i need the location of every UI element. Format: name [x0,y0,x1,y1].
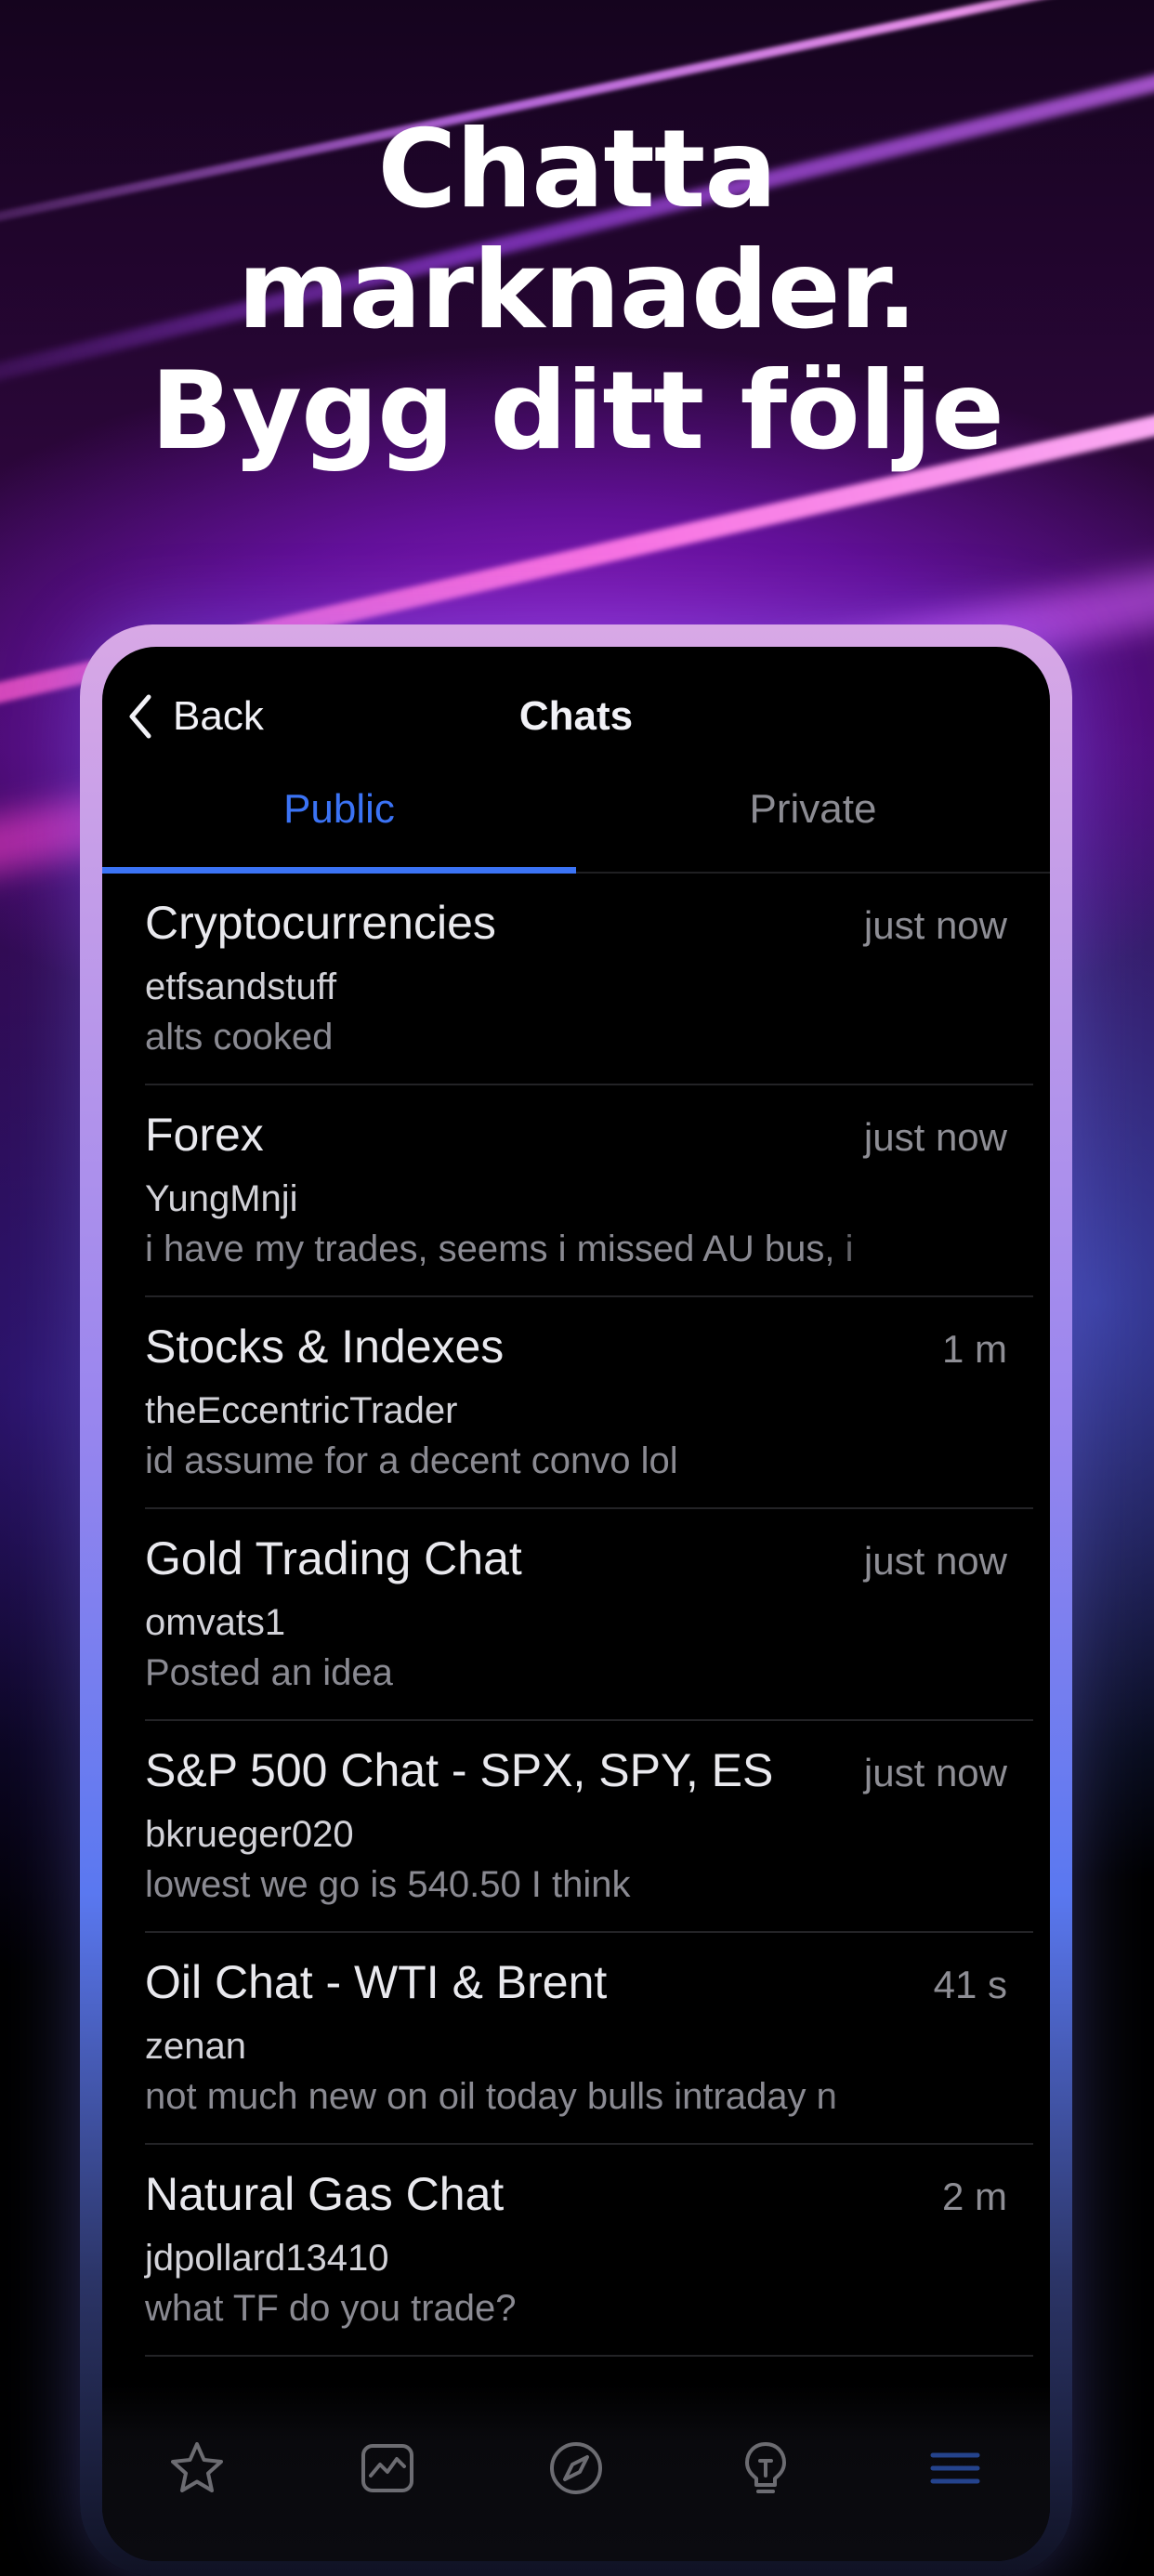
tab-private[interactable]: Private [576,786,1050,833]
chat-message: i have my trades, seems i missed AU bus,… [145,1229,854,1269]
chat-title: Gold Trading Chat [145,1532,522,1584]
tab-public[interactable]: Public [102,786,576,833]
chat-title: Oil Chat - WTI & Brent [145,1956,608,2008]
chat-list: Cryptocurrencies just now etfsandstuff a… [102,874,1050,2357]
chat-user: zenan [145,2026,246,2067]
chat-time: 2 m [941,2175,1007,2218]
active-tab-indicator [102,867,576,874]
tab-bar: Public Private [102,769,1050,874]
headline: Chatta marknader. Bygg ditt följe [0,110,1154,472]
chat-message: lowest we go is 540.50 I think [145,1864,631,1905]
phone-screen: Back Chats Public Private Cryptocurrenci… [102,647,1050,2561]
chat-message: what TF do you trade? [145,2288,517,2329]
headline-line: Chatta [377,107,777,232]
chat-time: just now [863,903,1007,947]
chat-message: alts cooked [145,1017,334,1058]
chat-message: id assume for a decent convo lol [145,1440,678,1481]
chat-user: YungMnji [145,1178,298,1219]
chat-user: bkrueger020 [145,1814,354,1855]
chat-message: Posted an idea [145,1652,393,1693]
chat-user: etfsandstuff [145,966,337,1007]
menu-icon[interactable] [925,2438,985,2498]
chat-user: theEccentricTrader [145,1390,458,1431]
chat-user: omvats1 [145,1602,286,1643]
chat-item-stocks-indexes[interactable]: Stocks & Indexes 1 m theEccentricTrader … [102,1297,1050,1509]
chat-time: just now [863,1751,1007,1794]
chat-message: not much new on oil today bulls intraday… [145,2076,837,2117]
chart-icon[interactable] [358,2438,417,2498]
headline-line: Bygg ditt följe [151,348,1004,474]
chat-time: just now [863,1115,1007,1159]
lightbulb-icon[interactable] [736,2438,795,2498]
chat-time: 1 m [941,1327,1007,1371]
divider [145,2355,1033,2357]
chat-title: Forex [145,1109,264,1161]
chat-time: 41 s [933,1963,1007,2006]
chat-item-forex[interactable]: Forex just now YungMnji i have my trades… [102,1085,1050,1297]
chat-title: Cryptocurrencies [145,897,496,949]
headline-line: marknader. [237,228,918,353]
page-title: Chats [518,693,634,739]
chat-item-gold-trading[interactable]: Gold Trading Chat just now omvats1 Poste… [102,1509,1050,1721]
compass-icon[interactable] [546,2438,606,2498]
chat-title: S&P 500 Chat - SPX, SPY, ES [145,1744,774,1796]
star-icon[interactable] [167,2438,227,2498]
chat-user: jdpollard13410 [145,2238,389,2279]
chat-title: Stocks & Indexes [145,1321,505,1373]
chat-item-cryptocurrencies[interactable]: Cryptocurrencies just now etfsandstuff a… [102,874,1050,1085]
chat-item-oil[interactable]: Oil Chat - WTI & Brent 41 s zenan not mu… [102,1933,1050,2145]
chat-item-sp500[interactable]: S&P 500 Chat - SPX, SPY, ES just now bkr… [102,1721,1050,1933]
chat-title: Natural Gas Chat [145,2168,505,2220]
bottom-tab-bar [102,2385,1050,2561]
chat-item-natural-gas[interactable]: Natural Gas Chat 2 m jdpollard13410 what… [102,2145,1050,2357]
chat-time: just now [863,1539,1007,1583]
navigation-bar: Back Chats [102,647,1050,758]
